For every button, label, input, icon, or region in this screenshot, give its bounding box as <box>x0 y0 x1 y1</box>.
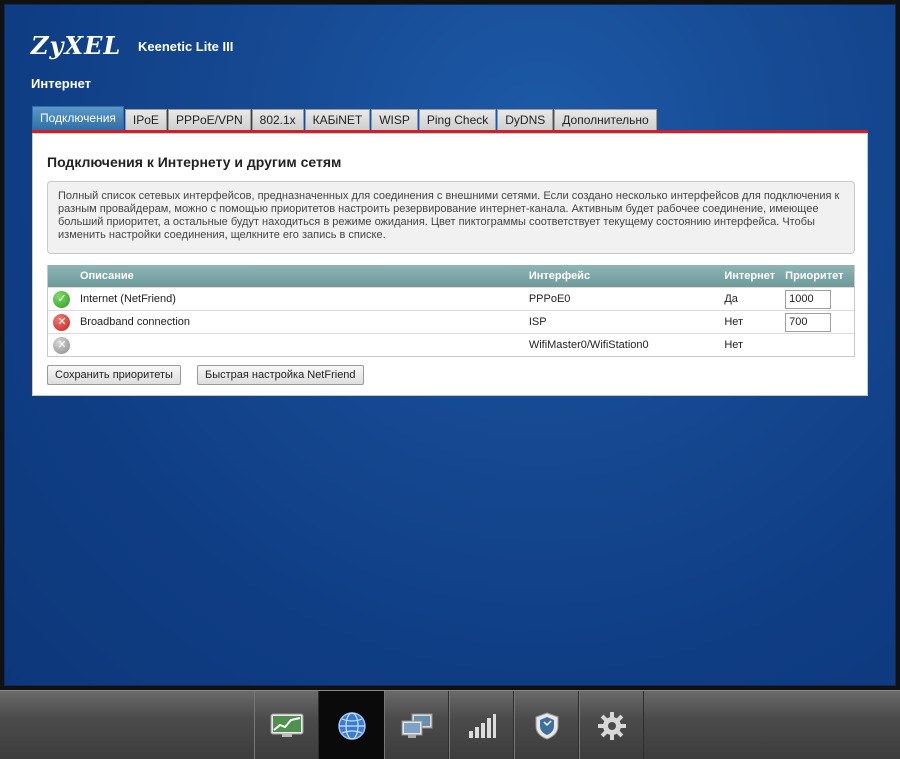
page-title: Интернет <box>31 76 92 91</box>
connections-panel: Подключения к Интернету и другим сетям П… <box>32 133 868 396</box>
header-description: Описание <box>79 270 134 282</box>
tab-pppoe-vpn[interactable]: PPPoE/VPN <box>167 109 251 130</box>
info-description: Полный список сетевых интерфейсов, предн… <box>47 181 855 254</box>
taskbar-buttons <box>254 691 644 759</box>
row-internet: Нет <box>724 316 744 328</box>
bottom-taskbar <box>0 690 900 759</box>
header-status-col <box>48 265 76 287</box>
security-shield-icon <box>535 711 558 740</box>
tab-kabinet[interactable]: КАБiNET <box>304 109 371 130</box>
connections-table: Описание Интерфейс Интернет Приоритет ✓ … <box>47 265 855 357</box>
tab-dydns[interactable]: DyDNS <box>497 109 554 130</box>
check-icon: ✓ <box>53 290 71 308</box>
row-internet: Да <box>724 293 738 305</box>
network-computers-icon <box>401 713 432 738</box>
main-area: ZyXEL Keenetic Lite III Интернет Подключ… <box>4 4 896 686</box>
tab-ipoe[interactable]: IPoE <box>124 109 167 130</box>
header-interface: Интерфейс <box>528 270 591 282</box>
priority-input[interactable] <box>785 312 832 332</box>
monitor-button[interactable] <box>254 691 319 759</box>
tab-wisp[interactable]: WISP <box>371 109 418 130</box>
row-interface: PPPoE0 <box>528 293 571 305</box>
header-internet: Интернет <box>724 270 776 282</box>
security-button[interactable] <box>514 691 579 759</box>
panel-title: Подключения к Интернету и другим сетям <box>47 154 342 170</box>
zyxel-logo: ZyXEL <box>31 31 122 60</box>
globe-icon <box>337 711 366 740</box>
error-x-icon: ✕ <box>53 313 71 331</box>
row-description: Broadband connection <box>79 316 191 328</box>
table-row[interactable]: ✕ WifiMaster0/WifiStation0 Нет <box>48 333 854 356</box>
tab-bar: Подключения IPoE PPPoE/VPN 802.1x КАБiNE… <box>32 106 658 130</box>
row-interface: ISP <box>528 316 547 328</box>
settings-gear-icon <box>597 711 626 740</box>
wifi-button[interactable] <box>449 691 514 759</box>
row-interface: WifiMaster0/WifiStation0 <box>528 339 649 351</box>
tab-ping-check[interactable]: Ping Check <box>418 109 497 130</box>
table-row[interactable]: ✕ Broadband connection ISP Нет <box>48 310 854 333</box>
tab-8021x[interactable]: 802.1x <box>251 109 304 130</box>
internet-button[interactable] <box>319 691 384 759</box>
signal-bars-icon <box>468 713 496 738</box>
monitor-chart-icon <box>270 713 303 737</box>
row-internet: Нет <box>724 339 744 351</box>
system-settings-button[interactable] <box>579 691 644 759</box>
table-header: Описание Интерфейс Интернет Приоритет <box>48 265 854 287</box>
table-row[interactable]: ✓ Internet (NetFriend) PPPoE0 Да <box>48 287 854 310</box>
priority-input[interactable] <box>785 289 832 309</box>
save-priorities-button[interactable]: Сохранить приоритеты <box>47 365 181 385</box>
quick-setup-button[interactable]: Быстрая настройка NetFriend <box>197 365 364 385</box>
tab-additional[interactable]: Дополнительно <box>554 109 657 130</box>
row-description: Internet (NetFriend) <box>79 293 176 305</box>
disabled-x-icon: ✕ <box>53 336 71 354</box>
device-model: Keenetic Lite III <box>138 39 234 54</box>
router-web-ui: ZyXEL Keenetic Lite III Интернет Подключ… <box>0 0 900 759</box>
home-network-button[interactable] <box>384 691 449 759</box>
tab-connections[interactable]: Подключения <box>32 106 124 130</box>
header-priority: Приоритет <box>785 270 844 282</box>
